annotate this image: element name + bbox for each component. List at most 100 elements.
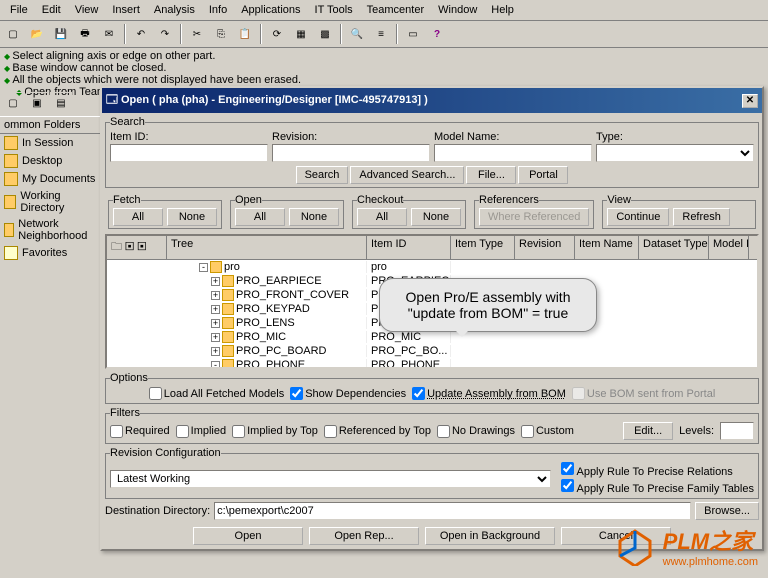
model-name-input[interactable] xyxy=(434,144,592,162)
view1-icon[interactable]: ▦ xyxy=(290,23,312,45)
redo-icon[interactable]: ↷ xyxy=(154,23,176,45)
menu-insert[interactable]: Insert xyxy=(106,2,146,18)
tree-row[interactable]: +PRO_PC_BOARDPRO_PC_BO... xyxy=(107,344,757,358)
open-icon[interactable]: 📂 xyxy=(26,23,48,45)
regen-icon[interactable]: ⟳ xyxy=(266,23,288,45)
filter-implied[interactable]: Implied xyxy=(176,425,226,438)
view2-icon[interactable]: ▩ xyxy=(314,23,336,45)
col-revision[interactable]: Revision xyxy=(515,236,575,259)
advanced-search-button[interactable]: Advanced Search... xyxy=(350,166,464,184)
fetch-group: FetchAllNone xyxy=(108,194,222,229)
open-bg-button[interactable]: Open in Background xyxy=(425,527,555,545)
col-item-type[interactable]: Item Type xyxy=(451,236,515,259)
levels-label: Levels: xyxy=(679,425,714,437)
sidebar-item-in-session[interactable]: In Session xyxy=(0,134,100,152)
sidebar-item-network[interactable]: Network Neighborhood xyxy=(0,216,100,244)
type-select[interactable] xyxy=(596,144,754,162)
open-all-button[interactable]: All xyxy=(235,208,285,226)
watermark: PLM之家 www.plmhome.com xyxy=(615,524,758,568)
folder-icon xyxy=(4,195,16,209)
search-icon[interactable]: 🔍 xyxy=(346,23,368,45)
sidebar-item-favorites[interactable]: Favorites xyxy=(0,244,100,262)
revision-input[interactable] xyxy=(272,144,430,162)
apply-relations-checkbox[interactable]: Apply Rule To Precise Relations xyxy=(561,462,754,478)
box-icon[interactable]: ▭ xyxy=(402,23,424,45)
load-all-checkbox[interactable]: Load All Fetched Models xyxy=(149,387,284,400)
layers-icon[interactable]: ≡ xyxy=(370,23,392,45)
app-icon: 🗔 xyxy=(106,94,121,106)
file-button[interactable]: File... xyxy=(466,166,516,184)
revision-rule-select[interactable]: Latest Working xyxy=(110,470,551,488)
filters-group: Filters Required Implied Implied by Top … xyxy=(105,407,759,444)
dest-dir-input[interactable] xyxy=(214,502,691,520)
sb-icon-3[interactable]: ▤ xyxy=(50,92,72,114)
col-model[interactable]: Model I xyxy=(709,236,749,259)
sidebar-item-my-documents[interactable]: My Documents xyxy=(0,170,100,188)
cut-icon[interactable]: ✂ xyxy=(186,23,208,45)
plm-logo-icon xyxy=(615,526,655,566)
sb-icon-2[interactable]: ▣ xyxy=(26,92,48,114)
filter-ref-top[interactable]: Referenced by Top xyxy=(324,425,431,438)
annotation-callout: Open Pro/E assembly with "update from BO… xyxy=(379,278,597,332)
where-referenced-button[interactable]: Where Referenced xyxy=(479,208,589,226)
continue-button[interactable]: Continue xyxy=(607,208,669,226)
filter-required[interactable]: Required xyxy=(110,425,170,438)
open-none-button[interactable]: None xyxy=(289,208,339,226)
menu-teamcenter[interactable]: Teamcenter xyxy=(361,2,430,18)
copy-icon[interactable]: ⎘ xyxy=(210,23,232,45)
new-icon[interactable]: ▢ xyxy=(2,23,24,45)
undo-icon[interactable]: ↶ xyxy=(130,23,152,45)
mail-icon[interactable]: ✉ xyxy=(98,23,120,45)
checkout-none-button[interactable]: None xyxy=(411,208,461,226)
search-button[interactable]: Search xyxy=(296,166,349,184)
tree-row[interactable]: +PRO_MICPRO_MIC xyxy=(107,330,757,344)
col-tree[interactable]: Tree xyxy=(167,236,367,259)
save-icon[interactable]: 💾 xyxy=(50,23,72,45)
network-icon xyxy=(4,223,14,237)
help-icon[interactable]: ? xyxy=(426,23,448,45)
sidebar-item-working-directory[interactable]: Working Directory xyxy=(0,188,100,216)
filter-custom[interactable]: Custom xyxy=(521,425,574,438)
checkout-all-button[interactable]: All xyxy=(357,208,407,226)
portal-button[interactable]: Portal xyxy=(518,166,568,184)
fetch-none-button[interactable]: None xyxy=(167,208,217,226)
sidebar-item-desktop[interactable]: Desktop xyxy=(0,152,100,170)
filter-no-drawings[interactable]: No Drawings xyxy=(437,425,515,438)
browse-button[interactable]: Browse... xyxy=(695,502,759,520)
levels-input[interactable] xyxy=(720,422,754,440)
fetch-all-button[interactable]: All xyxy=(113,208,163,226)
menu-analysis[interactable]: Analysis xyxy=(148,2,201,18)
tree-row[interactable]: -propro xyxy=(107,260,757,274)
use-bom-checkbox: Use BOM sent from Portal xyxy=(572,387,715,400)
menu-applications[interactable]: Applications xyxy=(235,2,306,18)
menu-window[interactable]: Window xyxy=(432,2,483,18)
refresh-button[interactable]: Refresh xyxy=(673,208,730,226)
col-dataset-type[interactable]: Dataset Type xyxy=(639,236,709,259)
paste-icon[interactable]: 📋 xyxy=(234,23,256,45)
show-deps-checkbox[interactable]: Show Dependencies xyxy=(290,387,406,400)
col-item-name[interactable]: Item Name xyxy=(575,236,639,259)
menu-it-tools[interactable]: IT Tools xyxy=(309,2,359,18)
menu-file[interactable]: File xyxy=(4,2,34,18)
close-icon[interactable]: ✕ xyxy=(742,94,758,108)
update-bom-checkbox[interactable]: Update Assembly from BOM xyxy=(412,387,566,400)
dialog-titlebar[interactable]: 🗔 Open ( pha (pha) - Engineering/Designe… xyxy=(102,88,762,113)
favorites-icon xyxy=(4,246,18,260)
filter-edit-button[interactable]: Edit... xyxy=(623,422,673,440)
item-id-input[interactable] xyxy=(110,144,268,162)
documents-icon xyxy=(4,172,18,186)
col-item-id[interactable]: Item ID xyxy=(367,236,451,259)
open-button[interactable]: Open xyxy=(193,527,303,545)
menu-view[interactable]: View xyxy=(69,2,105,18)
menu-help[interactable]: Help xyxy=(485,2,520,18)
apply-family-tables-checkbox[interactable]: Apply Rule To Precise Family Tables xyxy=(561,479,754,495)
filter-implied-top[interactable]: Implied by Top xyxy=(232,425,318,438)
sb-icon-1[interactable]: ▢ xyxy=(2,92,24,114)
menu-edit[interactable]: Edit xyxy=(36,2,67,18)
menu-info[interactable]: Info xyxy=(203,2,233,18)
menubar: File Edit View Insert Analysis Info Appl… xyxy=(0,0,768,21)
open-rep-button[interactable]: Open Rep... xyxy=(309,527,419,545)
tree-row[interactable]: -PRO_PHONEPRO_PHONE xyxy=(107,358,757,369)
folder-sidebar: ▢ ▣ ▤ ommon Folders In Session Desktop M… xyxy=(0,90,100,262)
print-icon[interactable]: 🖶 xyxy=(74,23,96,45)
